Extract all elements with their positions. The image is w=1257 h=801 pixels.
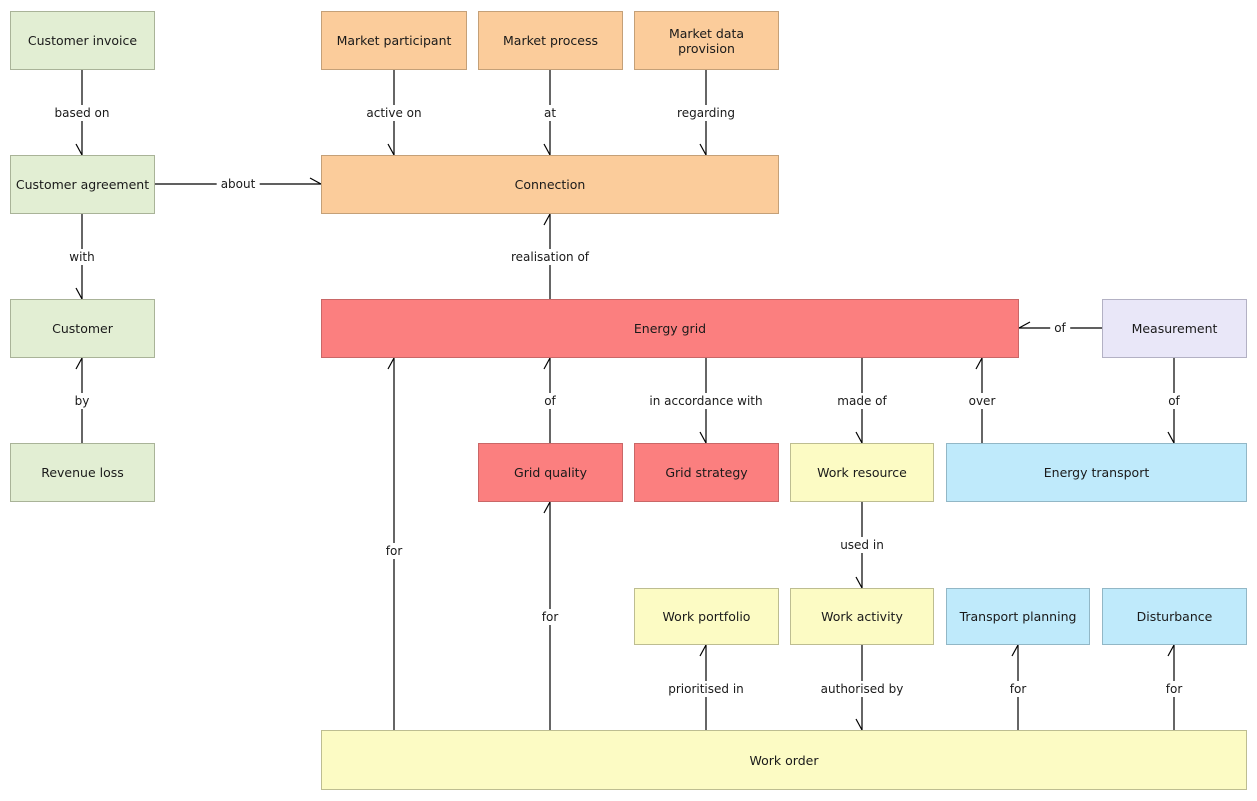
node-label-disturbance: Disturbance [1136, 609, 1213, 624]
node-label-revenue_loss: Revenue loss [41, 465, 124, 480]
edge-label-e19: authorised by [816, 681, 908, 697]
node-work_resource[interactable]: Work resource [790, 443, 934, 502]
node-label-customer: Customer [52, 321, 113, 336]
node-customer[interactable]: Customer [10, 299, 155, 358]
node-label-grid_quality: Grid quality [514, 465, 587, 480]
edge-label-e1: based on [50, 105, 114, 121]
arrowhead-icon-e17 [855, 576, 863, 589]
edge-label-e9: of [1050, 320, 1070, 336]
node-grid_strategy[interactable]: Grid strategy [634, 443, 779, 502]
node-label-grid_strategy: Grid strategy [665, 465, 748, 480]
arrowhead-icon-e6 [543, 143, 551, 156]
arrowhead-icon-e16 [543, 501, 551, 514]
arrowhead-icon-e8 [543, 213, 551, 226]
node-customer_agreement[interactable]: Customer agreement [10, 155, 155, 214]
edge-label-e6: at [539, 105, 561, 121]
arrowhead-icon-e18 [699, 644, 707, 657]
node-label-customer_invoice: Customer invoice [27, 33, 138, 48]
node-label-work_portfolio: Work portfolio [662, 609, 751, 624]
arrowhead-icon-e12 [855, 431, 863, 444]
arrowhead-icon-e13 [975, 357, 983, 370]
edge-label-e3: by [70, 393, 94, 409]
arrowhead-icon-e3 [75, 357, 83, 370]
arrowhead-icon-e2 [75, 287, 83, 300]
edge-label-e4: about [216, 176, 260, 192]
node-market_participant[interactable]: Market participant [321, 11, 467, 70]
node-label-work_resource: Work resource [817, 465, 907, 480]
edge-label-e11: in accordance with [645, 393, 767, 409]
edge-label-e12: made of [833, 393, 891, 409]
edge-label-e20: for [1005, 681, 1031, 697]
edge-label-e21: for [1161, 681, 1187, 697]
node-label-market_data: Market data provision [668, 25, 745, 56]
node-energy_transport[interactable]: Energy transport [946, 443, 1247, 502]
edge-label-e13: over [964, 393, 1000, 409]
node-work_activity[interactable]: Work activity [790, 588, 934, 645]
edge-label-e18: prioritised in [664, 681, 748, 697]
edge-layer [75, 70, 1175, 731]
node-revenue_loss[interactable]: Revenue loss [10, 443, 155, 502]
arrowhead-icon-e9 [1018, 321, 1031, 329]
arrowhead-icon-e19 [855, 718, 863, 731]
edge-label-e7: regarding [673, 105, 739, 121]
node-customer_invoice[interactable]: Customer invoice [10, 11, 155, 70]
arrowhead-icon-e1 [75, 143, 83, 156]
arrowhead-icon-e11 [699, 431, 707, 444]
node-label-transport_planning: Transport planning [959, 609, 1077, 624]
node-label-work_activity: Work activity [821, 609, 903, 624]
node-measurement[interactable]: Measurement [1102, 299, 1247, 358]
node-connection[interactable]: Connection [321, 155, 779, 214]
node-transport_planning[interactable]: Transport planning [946, 588, 1090, 645]
node-market_process[interactable]: Market process [478, 11, 623, 70]
diagram-canvas: based on with by about active on at regarding r… [0, 0, 1257, 801]
arrowhead-icon-e15 [387, 357, 395, 370]
node-grid_quality[interactable]: Grid quality [478, 443, 623, 502]
node-label-customer_agreement: Customer agreement [15, 177, 150, 192]
edge-label-e17: used in [836, 537, 888, 553]
edge-label-e5: active on [362, 105, 426, 121]
edge-label-e16: for [537, 609, 563, 625]
arrowhead-icon-e7 [699, 143, 707, 156]
node-label-market_process: Market process [503, 33, 598, 48]
node-work_portfolio[interactable]: Work portfolio [634, 588, 779, 645]
edge-label-e15: for [381, 543, 407, 559]
edge-label-e2: with [65, 249, 99, 265]
node-disturbance[interactable]: Disturbance [1102, 588, 1247, 645]
node-energy_grid[interactable]: Energy grid [321, 299, 1019, 358]
edge-label-e14: of [1164, 393, 1184, 409]
node-market_data[interactable]: Market data provision [634, 11, 779, 70]
node-label-market_participant: Market participant [336, 33, 452, 48]
arrowhead-icon-e10 [543, 357, 551, 370]
node-work_order[interactable]: Work order [321, 730, 1247, 790]
node-label-energy_grid: Energy grid [633, 321, 707, 336]
edge-label-e10: of [540, 393, 560, 409]
node-label-connection: Connection [514, 177, 586, 192]
node-label-energy_transport: Energy transport [1043, 465, 1150, 480]
arrowhead-icon-e14 [1167, 431, 1175, 444]
edge-label-e8: realisation of [506, 249, 594, 265]
arrowhead-icon-e4 [309, 177, 322, 185]
arrowhead-icon-e21 [1167, 644, 1175, 657]
arrowhead-icon-e5 [387, 143, 395, 156]
node-label-work_order: Work order [749, 752, 819, 768]
node-label-measurement: Measurement [1131, 321, 1218, 336]
arrowhead-icon-e20 [1011, 644, 1019, 657]
